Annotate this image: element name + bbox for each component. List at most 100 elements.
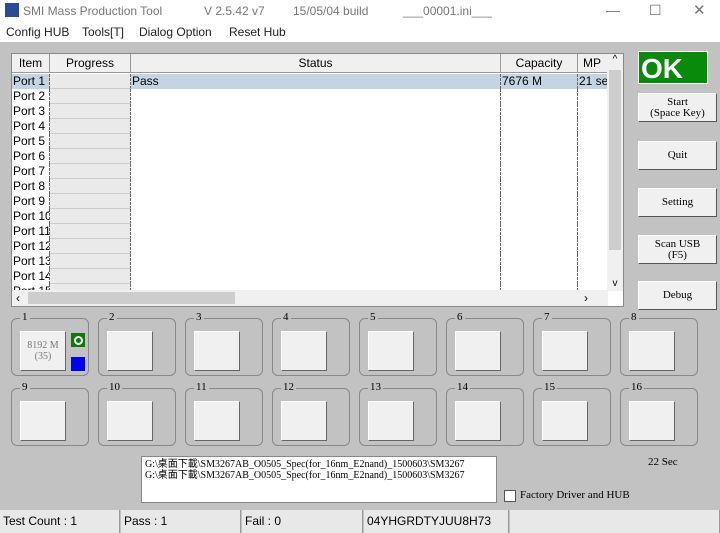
cell-status — [131, 224, 501, 239]
cell-progress — [50, 209, 131, 224]
quit-button[interactable]: Quit — [638, 141, 717, 170]
hscroll-thumb[interactable] — [28, 292, 235, 304]
scroll-down-icon[interactable]: v — [607, 278, 623, 289]
button-label: Start (Space Key) — [650, 96, 705, 119]
port-button[interactable] — [629, 331, 675, 371]
port-number: 6 — [455, 311, 465, 323]
menu-tools[interactable]: Tools[T] — [82, 25, 124, 39]
label-line: (Space Key) — [650, 106, 705, 119]
header-mp[interactable]: MP — [578, 54, 608, 73]
button-label: Scan USB (F5) — [655, 238, 701, 261]
cell-mp — [578, 164, 608, 179]
cell-capacity — [501, 269, 578, 284]
label-line: Setting — [661, 196, 694, 208]
port-button[interactable] — [281, 401, 327, 441]
cell-progress — [50, 149, 131, 164]
horizontal-scrollbar[interactable]: ‹ › — [12, 290, 608, 306]
cell-item: Port 5 — [12, 134, 50, 149]
scroll-thumb[interactable] — [609, 70, 621, 250]
port-number: 8 — [629, 311, 639, 323]
cell-capacity — [501, 119, 578, 134]
cell-progress — [50, 224, 131, 239]
serial-number: 04YHGRDTYJUU8H73 — [364, 510, 509, 533]
port-button[interactable] — [455, 401, 501, 441]
cell-mp — [578, 239, 608, 254]
menu-reset-hub[interactable]: Reset Hub — [229, 25, 286, 39]
table-row[interactable]: Port 5 — [12, 134, 608, 149]
cell-capacity — [501, 134, 578, 149]
table-row[interactable]: Port 11 — [12, 224, 608, 239]
title-bar: SMI Mass Production Tool V 2.5.42 v7 15/… — [0, 0, 720, 22]
app-icon — [5, 3, 19, 17]
port-button[interactable] — [542, 331, 588, 371]
port-button[interactable]: 8192 M (35) — [20, 331, 66, 371]
table-row[interactable]: Port 14 — [12, 269, 608, 284]
port-button[interactable] — [542, 401, 588, 441]
table-row[interactable]: Port 7 — [12, 164, 608, 179]
factory-driver-checkbox[interactable] — [504, 490, 516, 502]
port-list-grid[interactable]: Item Progress Status Capacity MP Port 1P… — [11, 53, 624, 307]
header-capacity[interactable]: Capacity — [501, 54, 578, 73]
label-line: (F5) — [668, 248, 687, 261]
port-panel: 11 — [185, 381, 263, 446]
table-row[interactable]: Port 12 — [12, 239, 608, 254]
port-button[interactable] — [194, 401, 240, 441]
port-number: 9 — [20, 381, 30, 393]
table-row[interactable]: Port 3 — [12, 104, 608, 119]
port-panel: 15 — [533, 381, 611, 446]
scroll-up-icon[interactable]: ^ — [607, 54, 623, 65]
port-button[interactable] — [455, 331, 501, 371]
cell-mp — [578, 179, 608, 194]
table-row[interactable]: Port 1 Pass 7676 M 21 se — [12, 74, 608, 89]
cell-item: Port 3 — [12, 104, 50, 119]
port-button[interactable] — [107, 401, 153, 441]
port-button[interactable] — [368, 331, 414, 371]
cell-capacity — [501, 149, 578, 164]
port-capacity: 8192 M — [27, 340, 59, 351]
port-number: 15 — [542, 381, 557, 393]
maximize-icon[interactable]: ☐ — [649, 2, 662, 19]
setting-button[interactable]: Setting — [638, 188, 717, 217]
scroll-left-icon[interactable]: ‹ — [16, 291, 20, 305]
table-row[interactable]: Port 4 — [12, 119, 608, 134]
scroll-right-icon[interactable]: › — [584, 291, 588, 305]
port-button[interactable] — [281, 331, 327, 371]
cell-mp — [578, 194, 608, 209]
vertical-scrollbar[interactable]: ^ v — [607, 54, 623, 291]
port-button[interactable] — [368, 401, 414, 441]
cell-status — [131, 119, 501, 134]
cell-status — [131, 209, 501, 224]
table-row[interactable]: Port 8 — [12, 179, 608, 194]
close-icon[interactable]: ✕ — [693, 1, 706, 19]
port-button[interactable] — [194, 331, 240, 371]
table-row[interactable]: Port 10 — [12, 209, 608, 224]
menu-config-hub[interactable]: Config HUB — [6, 25, 69, 39]
port-button[interactable] — [629, 401, 675, 441]
cell-mp — [578, 254, 608, 269]
header-progress[interactable]: Progress — [50, 54, 131, 73]
debug-button[interactable]: Debug — [638, 281, 717, 310]
port-button[interactable] — [107, 331, 153, 371]
table-row[interactable]: Port 6 — [12, 149, 608, 164]
table-row[interactable]: Port 13 — [12, 254, 608, 269]
cell-progress — [50, 119, 131, 134]
port-button[interactable] — [20, 401, 66, 441]
header-status[interactable]: Status — [131, 54, 501, 73]
header-item[interactable]: Item — [12, 54, 50, 73]
table-row[interactable]: Port 2 — [12, 89, 608, 104]
log-box[interactable]: G:\桌面下載\SM3267AB_O0505_Spec(for_16nm_E2n… — [141, 456, 497, 503]
port-panel: 1 8192 M (35) — [11, 311, 89, 376]
app-title: SMI Mass Production Tool — [23, 4, 163, 18]
port-panel: 16 — [620, 381, 698, 446]
scan-usb-button[interactable]: Scan USB (F5) — [638, 235, 717, 264]
menu-dialog-option[interactable]: Dialog Option — [139, 25, 212, 39]
port-panel: 12 — [272, 381, 350, 446]
minimize-icon[interactable]: — — [606, 2, 620, 18]
cell-progress — [50, 254, 131, 269]
cell-status — [131, 254, 501, 269]
cell-status — [131, 239, 501, 254]
port-panel: 7 — [533, 311, 611, 376]
start-button[interactable]: Start (Space Key) — [638, 93, 717, 122]
cell-mp: 21 se — [579, 74, 608, 89]
table-row[interactable]: Port 9 — [12, 194, 608, 209]
